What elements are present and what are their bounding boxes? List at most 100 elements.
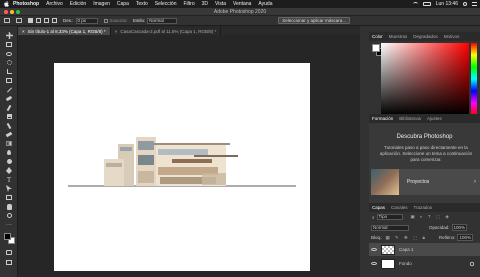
quick-mask-icon[interactable]: [5, 249, 13, 256]
battery-icon[interactable]: [422, 2, 431, 6]
opacity-input[interactable]: 100%: [451, 224, 468, 231]
foreground-color-swatch[interactable]: [4, 233, 11, 240]
menu-list-icon[interactable]: [472, 2, 477, 6]
clone-stamp-tool-icon[interactable]: [5, 113, 13, 120]
move-tool-icon[interactable]: [5, 32, 13, 39]
apple-icon[interactable]: [3, 1, 9, 7]
healing-brush-tool-icon[interactable]: [5, 95, 13, 102]
tab-formacion[interactable]: Formación: [369, 116, 396, 121]
window-title: Adobe Photoshop 2020: [213, 9, 267, 15]
layer-thumbnail: [381, 244, 395, 255]
color-panel-tabs: Color Muestras Degradados Motivos: [369, 32, 480, 41]
menu-filtro[interactable]: Filtro: [183, 1, 194, 7]
menu-capa[interactable]: Capa: [117, 1, 129, 7]
rectangle-tool-icon[interactable]: [5, 194, 13, 201]
marquee-tool-preset[interactable]: [16, 18, 22, 23]
home-icon[interactable]: [4, 18, 10, 23]
layers-panel-tabs: Capas Canales Trazados: [369, 203, 480, 212]
visibility-eye-icon[interactable]: [371, 262, 377, 265]
quick-selection-tool-icon[interactable]: [5, 59, 13, 66]
tab-document-1[interactable]: × Sin título-1 al 8,33% (Capa 1, RGB/8) …: [18, 27, 111, 35]
tab-trazados[interactable]: Trazados: [411, 205, 436, 210]
gradient-tool-icon[interactable]: [5, 140, 13, 147]
add-selection-icon[interactable]: [36, 18, 41, 23]
layer-row[interactable]: Capa 1: [369, 243, 480, 256]
wifi-icon[interactable]: [412, 2, 418, 6]
style-label: Estilo:: [133, 18, 146, 23]
blur-tool-icon[interactable]: [5, 149, 13, 156]
path-selection-tool-icon[interactable]: [5, 185, 13, 192]
menu-3d[interactable]: 3D: [202, 1, 208, 7]
lasso-tool-icon[interactable]: [5, 50, 13, 57]
menu-archivo[interactable]: Archivo: [46, 1, 63, 7]
tab-color[interactable]: Color: [369, 34, 386, 39]
select-and-mask-button[interactable]: Seleccionar y aplicar máscara...: [278, 17, 350, 24]
feather-label: Des.:: [63, 18, 74, 23]
tab-document-2[interactable]: × CasaCascada-2.pdf al 11,6% (Capa 1, RG…: [111, 27, 222, 35]
tools-panel: T ···: [0, 26, 18, 277]
menu-edicion[interactable]: Edición: [70, 1, 86, 7]
layer-row[interactable]: Fondo: [369, 257, 480, 270]
close-tab-icon[interactable]: ×: [22, 29, 25, 34]
lock-label: Bloq.:: [371, 235, 383, 240]
fill-input[interactable]: 100%: [457, 234, 473, 241]
menu-seleccion[interactable]: Selección: [155, 1, 177, 7]
layer-name: Capa 1: [399, 247, 414, 252]
rectangular-marquee-tool-icon[interactable]: [5, 41, 13, 48]
style-select[interactable]: Normal: [147, 17, 178, 24]
dodge-tool-icon[interactable]: [5, 158, 13, 165]
visibility-eye-icon[interactable]: [371, 248, 377, 251]
learn-panel: Descubra Photoshop Tutoriales paso a pas…: [369, 123, 480, 203]
more-tools-icon[interactable]: ···: [5, 221, 13, 228]
tab-bibliotecas[interactable]: Bibliotecas: [396, 116, 424, 121]
history-brush-tool-icon[interactable]: [5, 122, 13, 129]
menu-vista[interactable]: Vista: [215, 1, 226, 7]
crop-tool-icon[interactable]: [5, 68, 13, 75]
menu-imagen[interactable]: Imagen: [93, 1, 110, 7]
blend-mode-select[interactable]: Normal: [371, 224, 409, 231]
eraser-tool-icon[interactable]: [5, 131, 13, 138]
learn-description: Tutoriales paso a paso directamente en l…: [379, 145, 473, 162]
lock-icons[interactable]: ▦ ✎ ✥ ⬚ 🔒︎: [386, 235, 427, 241]
layers-panel: ⌕ Tipo ▣ ◐ T ⬚ ◈ Normal Opacidad: 100% B…: [369, 212, 480, 277]
menu-ayuda[interactable]: Ayuda: [258, 1, 272, 7]
chevron-right-icon: ›: [474, 179, 476, 185]
eyedropper-tool-icon[interactable]: [5, 86, 13, 93]
canvas-area: [18, 35, 360, 277]
document-canvas[interactable]: [54, 63, 310, 271]
antialias-checkbox[interactable]: [103, 18, 108, 23]
brush-tool-icon[interactable]: [5, 104, 13, 111]
menu-app-name[interactable]: Photoshop: [13, 1, 39, 7]
building-elevation-image: [68, 137, 296, 187]
projects-card[interactable]: Proyectos ›: [371, 169, 480, 195]
filter-icons[interactable]: ▣ ◐ T ⬚ ◈: [411, 214, 451, 220]
layer-filter-select[interactable]: Tipo: [376, 214, 403, 220]
type-tool-icon[interactable]: T: [5, 176, 13, 184]
tab-capas[interactable]: Capas: [369, 205, 388, 210]
feather-input[interactable]: 0 px: [75, 17, 98, 24]
hue-slider[interactable]: [471, 43, 477, 115]
tab-motivos[interactable]: Motivos: [441, 34, 463, 39]
frame-tool-icon[interactable]: [5, 77, 13, 84]
subtract-selection-icon[interactable]: [44, 18, 49, 23]
tab-muestras[interactable]: Muestras: [386, 34, 411, 39]
options-bar: Des.: 0 px Suavizar Estilo: Normal Selec…: [0, 16, 480, 26]
fg-color-chip[interactable]: [372, 44, 380, 52]
intersect-selection-icon[interactable]: [52, 18, 57, 23]
color-picker-field[interactable]: [381, 43, 469, 115]
pen-tool-icon[interactable]: [5, 167, 13, 174]
new-selection-icon[interactable]: [28, 18, 33, 23]
clock-text[interactable]: Lun 13:46: [436, 1, 458, 7]
menu-ventana[interactable]: Ventana: [233, 1, 251, 7]
close-tab-icon[interactable]: ×: [115, 29, 118, 34]
zoom-tool-icon[interactable]: [5, 212, 13, 219]
opacity-label: Opacidad:: [429, 225, 450, 230]
tab-canales[interactable]: Canales: [388, 205, 411, 210]
mac-menubar: Photoshop Archivo Edición Imagen Capa Te…: [0, 0, 480, 8]
hand-tool-icon[interactable]: [5, 203, 13, 210]
screen-mode-icon[interactable]: [5, 259, 13, 266]
menu-texto[interactable]: Texto: [136, 1, 148, 7]
tab-degradados[interactable]: Degradados: [410, 34, 441, 39]
tab-ajustes[interactable]: Ajustes: [424, 116, 445, 121]
search-icon[interactable]: [463, 2, 467, 6]
